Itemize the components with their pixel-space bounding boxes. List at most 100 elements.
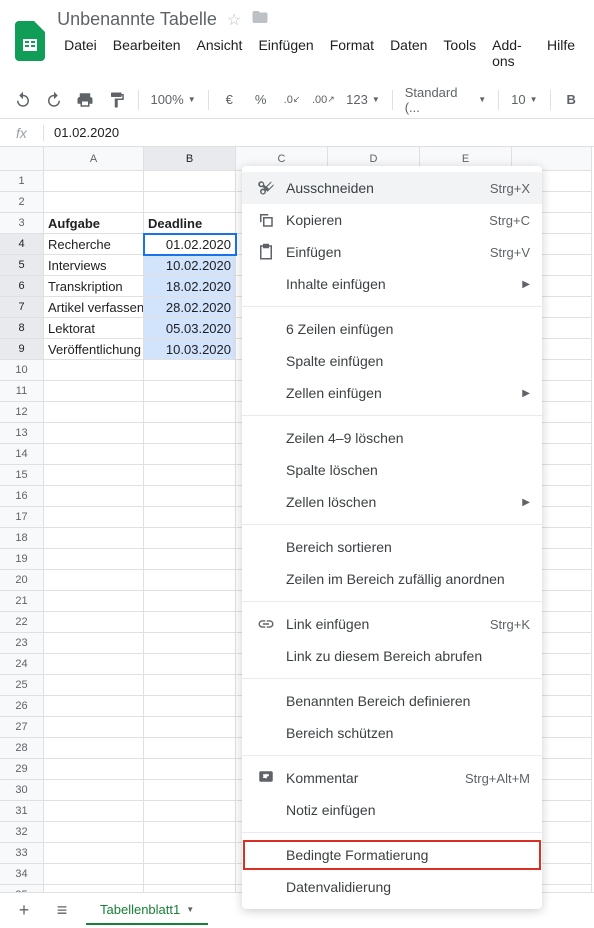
context-menu-item[interactable]: AusschneidenStrg+X	[242, 172, 542, 204]
row-header-26[interactable]: 26	[0, 696, 44, 717]
all-sheets-button[interactable]: ≡	[48, 897, 76, 925]
currency-button[interactable]: €	[217, 87, 242, 113]
bold-button[interactable]: B	[559, 87, 584, 113]
cell-B30[interactable]	[144, 780, 236, 801]
cell-A24[interactable]	[44, 654, 144, 675]
add-sheet-button[interactable]: +	[10, 897, 38, 925]
context-menu-item[interactable]: Zellen einfügen▶	[242, 377, 542, 409]
cell-B14[interactable]	[144, 444, 236, 465]
context-menu-item[interactable]: 6 Zeilen einfügen	[242, 313, 542, 345]
cell-A19[interactable]	[44, 549, 144, 570]
cell-A5[interactable]: Interviews	[44, 255, 144, 276]
cell-B4[interactable]: 01.02.2020	[144, 234, 236, 255]
context-menu-item[interactable]: Notiz einfügen	[242, 794, 542, 826]
cell-A17[interactable]	[44, 507, 144, 528]
row-header-5[interactable]: 5	[0, 255, 44, 276]
redo-icon[interactable]	[41, 87, 66, 113]
cell-A8[interactable]: Lektorat	[44, 318, 144, 339]
context-menu-item[interactable]: EinfügenStrg+V	[242, 236, 542, 268]
context-menu-item[interactable]: Benannten Bereich definieren	[242, 685, 542, 717]
row-header-34[interactable]: 34	[0, 864, 44, 885]
cell-B5[interactable]: 10.02.2020	[144, 255, 236, 276]
row-header-22[interactable]: 22	[0, 612, 44, 633]
row-header-28[interactable]: 28	[0, 738, 44, 759]
cell-A3[interactable]: Aufgabe	[44, 213, 144, 234]
row-header-18[interactable]: 18	[0, 528, 44, 549]
cell-A9[interactable]: Veröffentlichung	[44, 339, 144, 360]
cell-A14[interactable]	[44, 444, 144, 465]
folder-icon[interactable]	[251, 8, 269, 31]
select-all-corner[interactable]	[0, 147, 44, 171]
row-header-20[interactable]: 20	[0, 570, 44, 591]
cell-B27[interactable]	[144, 717, 236, 738]
row-header-2[interactable]: 2	[0, 192, 44, 213]
row-header-6[interactable]: 6	[0, 276, 44, 297]
context-menu-item[interactable]: +KommentarStrg+Alt+M	[242, 762, 542, 794]
sheet-tab[interactable]: Tabellenblatt1▼	[86, 896, 208, 925]
col-header-A[interactable]: A	[44, 147, 144, 171]
undo-icon[interactable]	[10, 87, 35, 113]
context-menu-item[interactable]: Bereich sortieren	[242, 531, 542, 563]
cell-B8[interactable]: 05.03.2020	[144, 318, 236, 339]
context-menu-item[interactable]: Zeilen 4–9 löschen	[242, 422, 542, 454]
cell-A34[interactable]	[44, 864, 144, 885]
context-menu-item[interactable]: Inhalte einfügen▶	[242, 268, 542, 300]
row-header-32[interactable]: 32	[0, 822, 44, 843]
context-menu-item[interactable]: Spalte löschen	[242, 454, 542, 486]
menu-format[interactable]: Format	[323, 33, 381, 73]
row-header-25[interactable]: 25	[0, 675, 44, 696]
row-header-8[interactable]: 8	[0, 318, 44, 339]
menu-bearbeiten[interactable]: Bearbeiten	[106, 33, 188, 73]
cell-A1[interactable]	[44, 171, 144, 192]
cell-B25[interactable]	[144, 675, 236, 696]
row-header-9[interactable]: 9	[0, 339, 44, 360]
cell-A2[interactable]	[44, 192, 144, 213]
row-header-11[interactable]: 11	[0, 381, 44, 402]
menu-datei[interactable]: Datei	[57, 33, 104, 73]
percent-button[interactable]: %	[248, 87, 273, 113]
zoom-dropdown[interactable]: 100%▼	[146, 92, 199, 107]
cell-A18[interactable]	[44, 528, 144, 549]
context-menu-item[interactable]: Link einfügenStrg+K	[242, 608, 542, 640]
cell-A13[interactable]	[44, 423, 144, 444]
row-header-21[interactable]: 21	[0, 591, 44, 612]
row-header-29[interactable]: 29	[0, 759, 44, 780]
decimal-more-button[interactable]: .00↗	[311, 87, 336, 113]
cell-A33[interactable]	[44, 843, 144, 864]
cell-B15[interactable]	[144, 465, 236, 486]
cell-B1[interactable]	[144, 171, 236, 192]
row-header-33[interactable]: 33	[0, 843, 44, 864]
cell-B22[interactable]	[144, 612, 236, 633]
cell-B18[interactable]	[144, 528, 236, 549]
row-header-1[interactable]: 1	[0, 171, 44, 192]
row-header-3[interactable]: 3	[0, 213, 44, 234]
cell-A29[interactable]	[44, 759, 144, 780]
cell-B12[interactable]	[144, 402, 236, 423]
number-format-dropdown[interactable]: 123▼	[342, 92, 384, 107]
cell-B17[interactable]	[144, 507, 236, 528]
cell-B13[interactable]	[144, 423, 236, 444]
menu-daten[interactable]: Daten	[383, 33, 434, 73]
row-header-14[interactable]: 14	[0, 444, 44, 465]
formula-input[interactable]: 01.02.2020	[44, 125, 594, 140]
cell-A25[interactable]	[44, 675, 144, 696]
cell-B3[interactable]: Deadline	[144, 213, 236, 234]
cell-B6[interactable]: 18.02.2020	[144, 276, 236, 297]
row-header-16[interactable]: 16	[0, 486, 44, 507]
cell-B24[interactable]	[144, 654, 236, 675]
cell-B34[interactable]	[144, 864, 236, 885]
cell-A20[interactable]	[44, 570, 144, 591]
menu-addons[interactable]: Add-ons	[485, 33, 538, 73]
sheets-logo-icon[interactable]	[12, 23, 47, 59]
cell-A23[interactable]	[44, 633, 144, 654]
context-menu-item[interactable]: Spalte einfügen	[242, 345, 542, 377]
cell-B26[interactable]	[144, 696, 236, 717]
cell-B33[interactable]	[144, 843, 236, 864]
cell-B16[interactable]	[144, 486, 236, 507]
menu-einfuegen[interactable]: Einfügen	[251, 33, 320, 73]
cell-A22[interactable]	[44, 612, 144, 633]
font-size-dropdown[interactable]: 10▼	[507, 92, 541, 107]
cell-B2[interactable]	[144, 192, 236, 213]
cell-B7[interactable]: 28.02.2020	[144, 297, 236, 318]
cell-B10[interactable]	[144, 360, 236, 381]
